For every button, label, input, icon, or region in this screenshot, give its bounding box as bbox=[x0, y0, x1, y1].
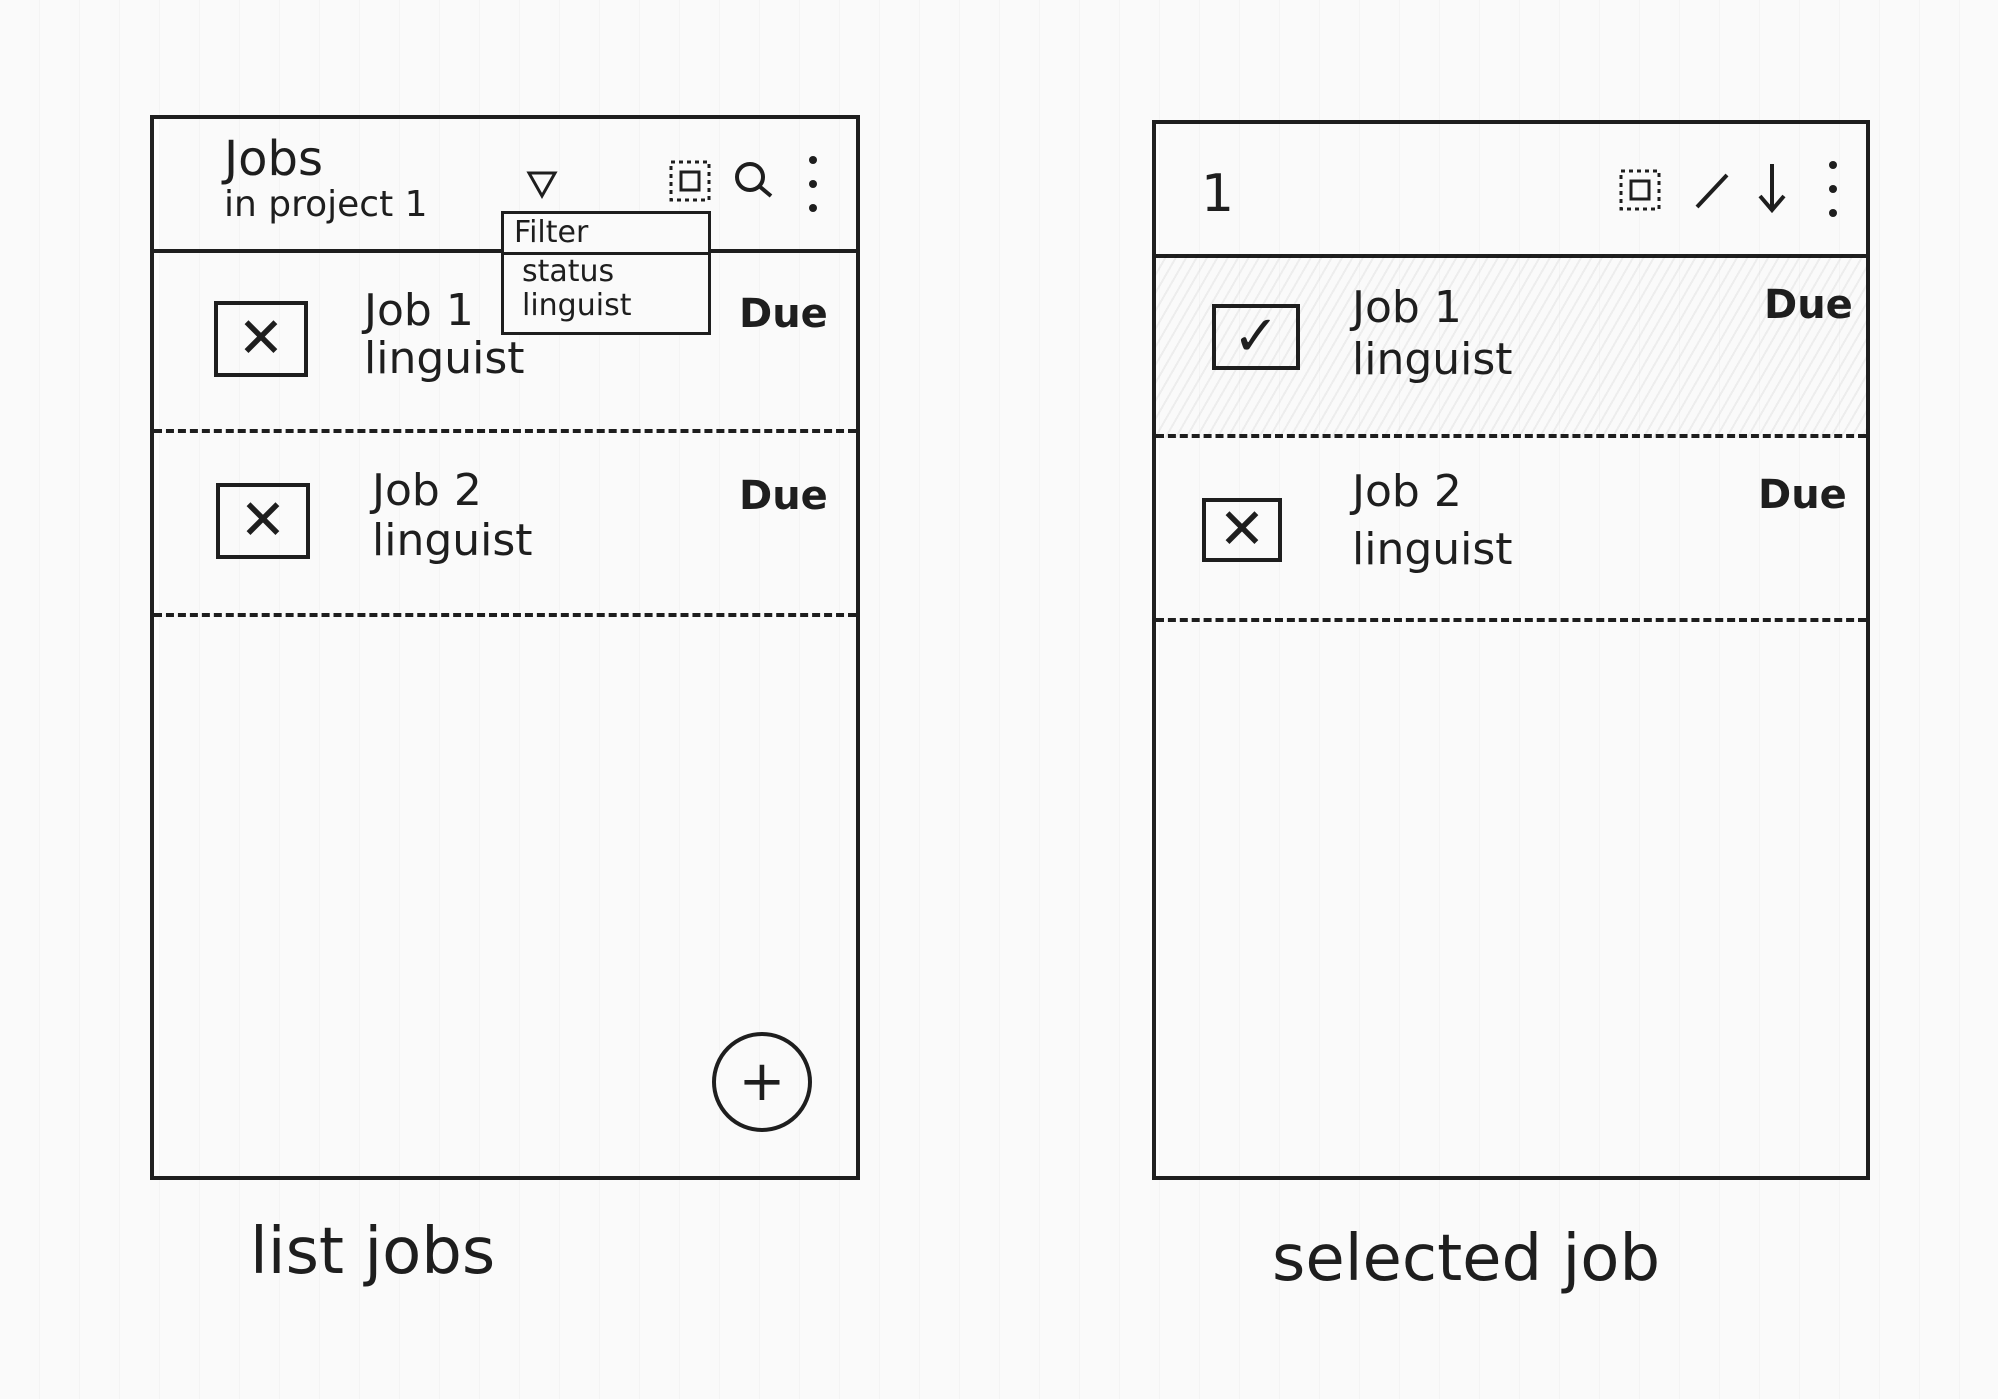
job-checkbox[interactable]: ✕ bbox=[214, 301, 308, 377]
list-item[interactable]: ✕ Job 1 linguist Due bbox=[154, 249, 856, 433]
due-label: Due bbox=[739, 291, 828, 337]
job-name: Job 2 bbox=[372, 465, 482, 516]
selected-job-screen: 1 ✓ Job 1 linguist Due ✕ Job 2 linguist bbox=[1152, 120, 1870, 1180]
job-checkbox[interactable]: ✕ bbox=[1202, 498, 1282, 562]
list-item[interactable]: ✕ Job 2 linguist Due bbox=[154, 433, 856, 617]
sketch-paper: Jobs in project 1 Filter status linguist… bbox=[0, 0, 1998, 1399]
more-vert-icon[interactable] bbox=[798, 149, 828, 219]
more-vert-icon[interactable] bbox=[1818, 154, 1848, 224]
list-item-selected[interactable]: ✓ Job 1 linguist Due bbox=[1156, 254, 1866, 438]
job-name: Job 1 bbox=[1352, 282, 1462, 333]
job-name: Job 1 bbox=[364, 285, 474, 336]
edit-icon[interactable] bbox=[1686, 164, 1738, 216]
contextual-app-bar: 1 bbox=[1156, 124, 1866, 258]
job-checkbox[interactable]: ✕ bbox=[216, 483, 310, 559]
job-name: Job 2 bbox=[1352, 466, 1462, 517]
select-all-icon[interactable] bbox=[1614, 164, 1666, 216]
due-label: Due bbox=[1758, 472, 1847, 518]
list-jobs-screen: Jobs in project 1 Filter status linguist… bbox=[150, 115, 860, 1180]
job-checkbox-checked[interactable]: ✓ bbox=[1212, 304, 1300, 370]
add-job-button[interactable]: + bbox=[712, 1032, 812, 1132]
page-subtitle: in project 1 bbox=[224, 184, 428, 225]
due-label: Due bbox=[739, 473, 828, 519]
app-bar: Jobs in project 1 Filter status linguist bbox=[154, 119, 856, 335]
job-role: linguist bbox=[1352, 524, 1513, 575]
caption-list-jobs: list jobs bbox=[250, 1215, 496, 1289]
due-label: Due bbox=[1764, 282, 1853, 328]
select-all-icon[interactable] bbox=[664, 155, 716, 207]
job-role: linguist bbox=[1352, 334, 1513, 385]
job-role: linguist bbox=[364, 333, 525, 384]
job-role: linguist bbox=[372, 515, 533, 566]
selected-count: 1 bbox=[1201, 164, 1235, 224]
download-icon[interactable] bbox=[1746, 162, 1798, 214]
caption-selected-job: selected job bbox=[1272, 1222, 1661, 1296]
search-icon[interactable] bbox=[728, 155, 780, 207]
list-item[interactable]: ✕ Job 2 linguist Due bbox=[1156, 438, 1866, 622]
filter-icon[interactable] bbox=[516, 159, 568, 211]
page-title: Jobs bbox=[224, 131, 323, 187]
